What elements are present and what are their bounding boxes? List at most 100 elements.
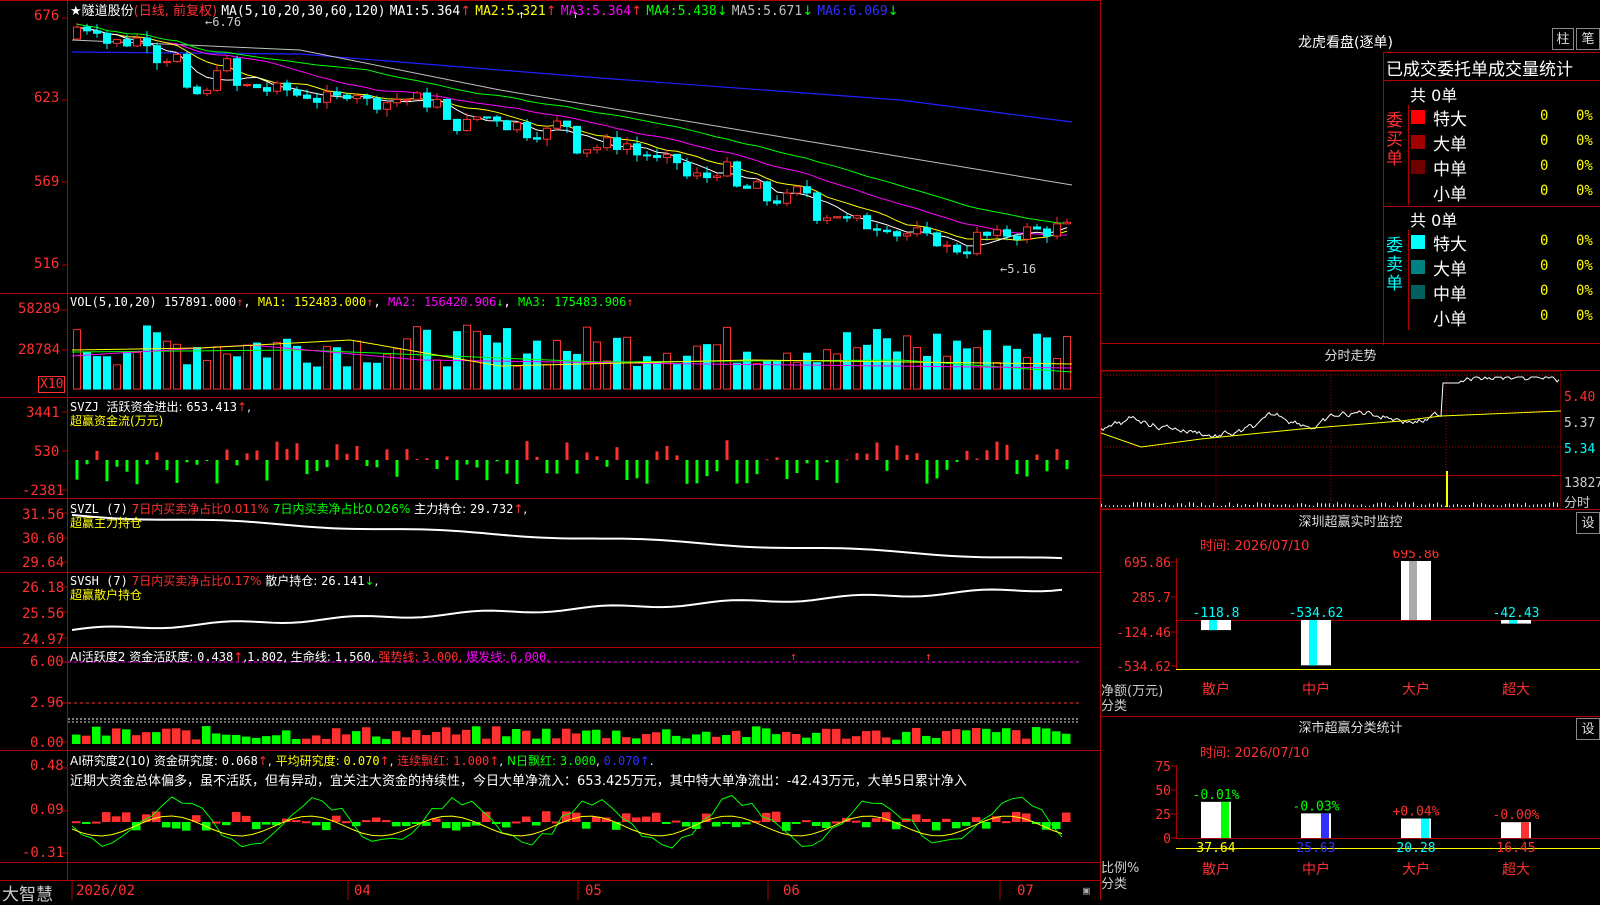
intraday-vol-bar <box>1193 502 1194 507</box>
candle <box>153 45 161 64</box>
research-bar <box>92 821 101 824</box>
intraday-vol-bar <box>1437 502 1438 507</box>
intraday-vol-bar <box>1265 504 1266 507</box>
candle <box>783 192 791 204</box>
research-bar <box>152 811 161 822</box>
activity-bar <box>102 735 111 744</box>
volume-bar <box>733 362 741 390</box>
research-bar <box>172 822 181 829</box>
buy-total: 共 0单 <box>1410 86 1458 105</box>
intraday-vol-bar <box>1409 504 1410 507</box>
volume-bar <box>293 345 301 390</box>
classify-settings-button[interactable]: 设 <box>1576 718 1600 740</box>
volume-bar <box>863 344 871 390</box>
monitor-settings-button[interactable]: 设 <box>1576 512 1600 534</box>
activity-bar <box>992 732 1001 744</box>
flow-bar <box>895 445 899 460</box>
monitor-xlabel: 分类 <box>1101 699 1128 714</box>
activity-bar <box>802 737 811 744</box>
research-bar <box>342 821 351 824</box>
monitor-category: 超大 <box>1502 682 1530 698</box>
svsh-tick: 25.56 <box>22 606 65 622</box>
candle <box>1023 226 1031 240</box>
flow-bar <box>865 453 869 460</box>
intraday-vol-bar <box>1369 505 1370 507</box>
candle <box>103 32 111 44</box>
candle <box>723 161 731 177</box>
brand-logo[interactable]: 大智慧 <box>2 880 53 905</box>
research-bar <box>82 822 91 824</box>
candle <box>813 192 821 221</box>
research-bar <box>492 822 501 824</box>
volume-bar <box>703 344 711 390</box>
lock-icon[interactable]: ▣ <box>1083 884 1090 897</box>
activity-bar <box>602 738 611 744</box>
bar-mode-button[interactable]: 柱 <box>1552 28 1574 50</box>
retail-holding-line <box>71 588 1063 631</box>
research-bar <box>972 817 981 822</box>
classify-tick: 25 <box>1155 808 1171 823</box>
activity-bar <box>122 729 131 744</box>
candle <box>73 26 81 40</box>
intraday-vol-bar <box>1441 504 1442 507</box>
activity-bar <box>662 729 671 744</box>
activity-bar <box>812 732 821 744</box>
candle <box>773 200 781 204</box>
intraday-chart[interactable] <box>1101 371 1561 509</box>
legend-swatch <box>1411 110 1425 124</box>
activity-bar <box>232 734 241 744</box>
candle <box>383 102 391 110</box>
activity-bar <box>92 726 101 744</box>
activity-bar <box>852 736 861 744</box>
activity-bar <box>182 730 191 744</box>
candle <box>123 39 131 47</box>
star-icon[interactable]: ★ <box>70 4 82 19</box>
flow-bar <box>305 460 309 475</box>
monitor-bar-shade <box>1209 620 1217 631</box>
activity-bar <box>342 734 351 744</box>
volume-bar <box>513 365 521 390</box>
ma-params: MA(5,10,20,30,60,120) <box>221 4 386 19</box>
order-percent: 0% <box>1576 133 1593 149</box>
intraday-vol-bar <box>1221 505 1222 507</box>
volume-bar <box>393 348 401 390</box>
tick-mode-button[interactable]: 笔 <box>1576 28 1600 50</box>
flow-bar <box>445 456 449 460</box>
flow-bar <box>775 457 779 460</box>
intraday-vol-bar <box>1469 504 1470 507</box>
volume-bar <box>883 338 891 390</box>
volume-bar <box>233 356 241 390</box>
activity-bar <box>612 730 621 744</box>
volume-bar <box>203 359 211 390</box>
volume-bar <box>83 352 91 390</box>
volume-bar <box>933 333 941 390</box>
intraday-vol-bar <box>1273 504 1274 507</box>
research-bar <box>362 820 371 823</box>
candle <box>703 172 711 179</box>
candle <box>1003 229 1011 237</box>
intraday-vol-bar <box>1249 504 1250 507</box>
intraday-vol-bar <box>1261 503 1262 507</box>
candle <box>133 37 141 47</box>
activity-bar <box>752 726 761 744</box>
research-bar <box>922 818 931 822</box>
research-bar <box>822 822 831 829</box>
intraday-vol-bar <box>1365 505 1366 507</box>
intraday-vol-bar <box>1489 505 1490 507</box>
flow-bar <box>145 460 149 465</box>
ma1-label: MA1: <box>389 4 422 19</box>
candle <box>183 53 191 88</box>
ma6-label: MA6: <box>817 4 849 19</box>
volume-bar <box>563 350 571 390</box>
candle <box>503 120 511 131</box>
research-bar <box>102 812 111 822</box>
ai2-tick: -0.31 <box>22 845 65 861</box>
flow-bar <box>175 460 179 483</box>
ai-comment: 近期大资金总体偏多，虽不活跃，但有异动，宜关注大资金的持续性，今日大单净流入：6… <box>70 774 967 789</box>
activity-bar <box>162 728 171 744</box>
intraday-tick: 5.37 <box>1564 416 1596 431</box>
candle <box>873 228 881 231</box>
research-bar <box>442 822 451 829</box>
intraday-vol-bar <box>1453 504 1454 507</box>
research-bar <box>432 818 441 822</box>
